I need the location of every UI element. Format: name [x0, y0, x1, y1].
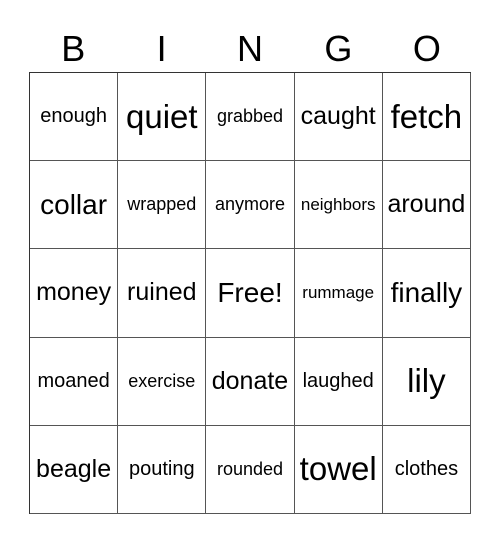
header-letter-o: O [412, 28, 441, 69]
bingo-header: B I N G O [29, 26, 471, 72]
bingo-cell: towel [294, 425, 383, 514]
bingo-cell: caught [294, 73, 383, 162]
bingo-cell: pouting [118, 425, 207, 514]
free-space: Free! [206, 249, 295, 338]
bingo-card: enough quiet grabbed caught fetch collar… [29, 72, 471, 514]
bingo-cell: rounded [206, 425, 295, 514]
bingo-cell: grabbed [206, 73, 295, 162]
bingo-cell: quiet [118, 73, 207, 162]
bingo-cell: enough [30, 73, 119, 162]
header-letter-b: B [61, 28, 86, 69]
bingo-cell: exercise [118, 337, 207, 426]
bingo-cell: rummage [294, 249, 383, 338]
header-letter-i: I [156, 28, 167, 69]
bingo-cell: collar [30, 161, 119, 250]
bingo-cell: neighbors [294, 161, 383, 250]
bingo-cell: fetch [382, 73, 471, 162]
header-letter-n: N [237, 28, 264, 69]
bingo-cell: ruined [118, 249, 207, 338]
bingo-cell: donate [206, 337, 295, 426]
bingo-cell: laughed [294, 337, 383, 426]
header-letter-g: G [324, 28, 353, 69]
bingo-cell: money [30, 249, 119, 338]
bingo-cell: finally [382, 249, 471, 338]
bingo-cell: wrapped [118, 161, 207, 250]
bingo-cell: moaned [30, 337, 119, 426]
bingo-cell: around [382, 161, 471, 250]
bingo-cell: beagle [30, 425, 119, 514]
bingo-cell: lily [382, 337, 471, 426]
bingo-cell: clothes [382, 425, 471, 514]
bingo-cell: anymore [206, 161, 295, 250]
